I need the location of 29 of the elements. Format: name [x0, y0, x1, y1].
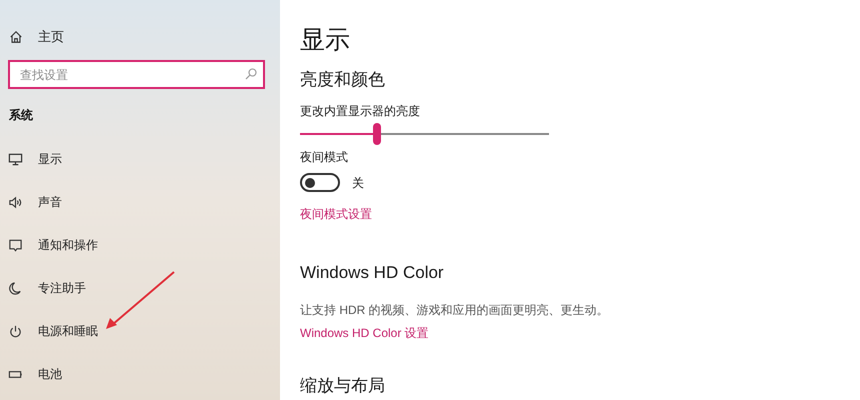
nav-item[interactable]: 显示	[8, 148, 280, 170]
annotation-arrow	[104, 270, 176, 330]
monitor-icon	[8, 152, 23, 166]
nav-item[interactable]: 电源和睡眠	[8, 320, 280, 342]
toggle-switch[interactable]	[300, 173, 340, 192]
toggle-state-text: 关	[352, 174, 364, 192]
description-text: 让支持 HDR 的视频、游戏和应用的画面更明亮、更生动。	[300, 302, 609, 318]
search-field[interactable]: 查找设置	[8, 60, 265, 89]
nav-item[interactable]: 声音	[8, 191, 280, 213]
section-heading: 系统	[9, 107, 34, 124]
section-heading: Windows HD Color	[300, 262, 444, 284]
toggle-label: 夜间模式	[300, 149, 348, 165]
home-nav-item[interactable]: 主页	[9, 26, 280, 48]
search-icon	[245, 68, 257, 80]
nav-item[interactable]: 电池	[8, 363, 280, 385]
power-icon	[8, 324, 23, 338]
speaker-icon	[8, 194, 23, 210]
settings-link[interactable]: 夜间模式设置	[300, 206, 372, 222]
settings-link[interactable]: Windows HD Color 设置	[300, 325, 429, 341]
slider-label: 更改内置显示器的亮度	[300, 103, 420, 119]
section-heading: 缩放与布局	[300, 375, 385, 397]
home-icon	[9, 30, 23, 44]
section-heading: 亮度和颜色	[300, 69, 385, 91]
nav-item[interactable]: 专注助手	[8, 277, 280, 299]
moon-icon	[8, 280, 23, 296]
brightness-slider[interactable]	[300, 123, 549, 145]
page-title: 显示	[300, 25, 350, 56]
nav-item[interactable]: 通知和操作	[8, 234, 280, 256]
message-icon	[8, 238, 23, 252]
